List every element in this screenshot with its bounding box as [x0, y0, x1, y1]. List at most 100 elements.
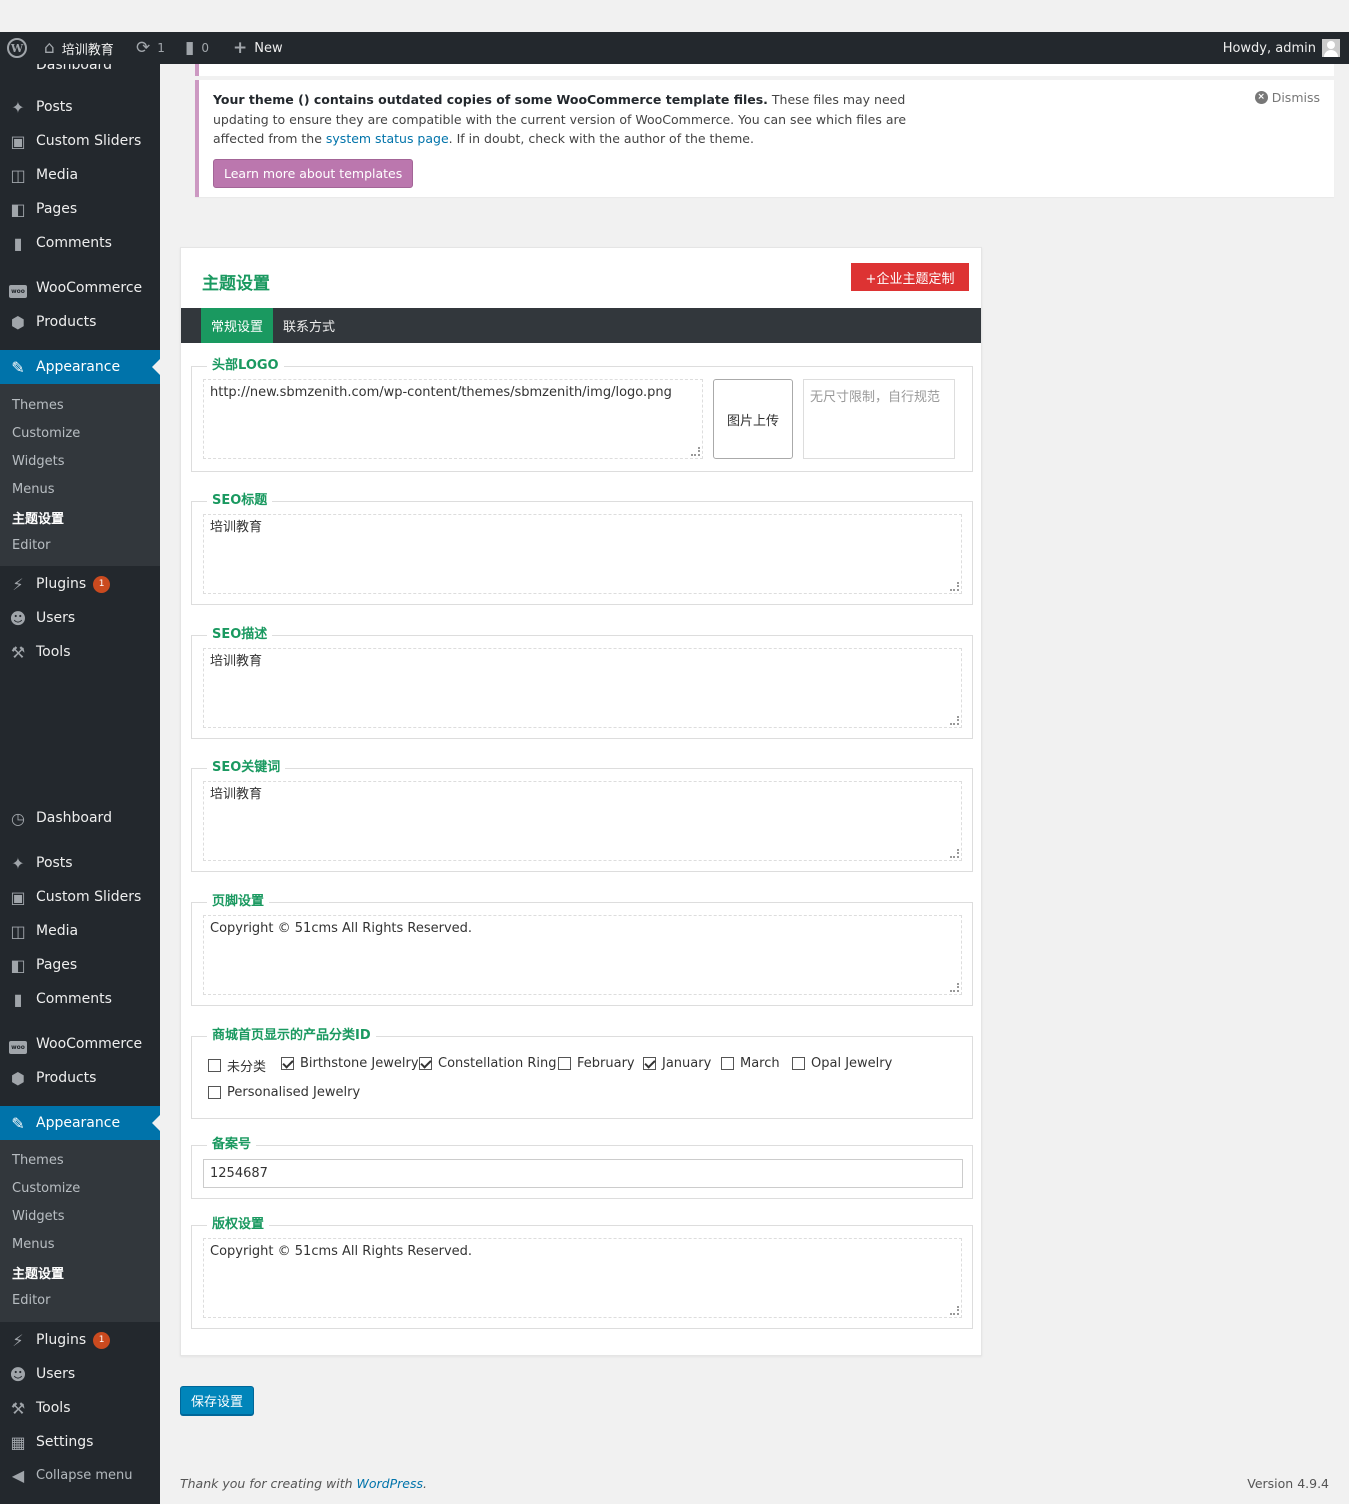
menu-pages[interactable]: ◧ Pages: [0, 192, 160, 226]
submenu-editor-2[interactable]: Editor: [12, 1286, 50, 1314]
menu-settings[interactable]: ▦ Settings: [0, 1425, 160, 1459]
menu-label: Pages: [36, 957, 78, 973]
checkbox[interactable]: [643, 1057, 656, 1070]
checkbox[interactable]: [558, 1057, 571, 1070]
submenu-customize-2[interactable]: Customize: [12, 1174, 80, 1202]
submenu-themes[interactable]: Themes: [12, 391, 64, 419]
collapse-menu-button[interactable]: ◀ Collapse menu: [0, 1458, 160, 1492]
submenu-widgets-2[interactable]: Widgets: [12, 1202, 65, 1230]
submenu-themes-2[interactable]: Themes: [12, 1146, 64, 1174]
menu-label: WooCommerce: [36, 280, 143, 296]
checkbox[interactable]: [419, 1057, 432, 1070]
footer-textarea[interactable]: Copyright © 51cms All Rights Reserved.: [203, 915, 962, 995]
menu-tools-2[interactable]: ⚒ Tools: [0, 1391, 160, 1425]
new-content-link[interactable]: + New: [233, 32, 283, 64]
close-icon: ×: [1254, 91, 1268, 104]
menu-posts[interactable]: ✦ Posts: [0, 90, 160, 124]
seo-description-legend: SEO描述: [207, 626, 273, 644]
updates-icon: ⟳: [136, 38, 151, 58]
menu-appearance[interactable]: ✎ Appearance: [0, 350, 160, 384]
checkbox[interactable]: [208, 1059, 221, 1072]
comments-link[interactable]: ▮ 0: [185, 32, 209, 64]
seo-title-textarea[interactable]: 培训教育: [203, 514, 962, 594]
submenu-menus-2[interactable]: Menus: [12, 1230, 54, 1258]
pin-icon: ✦: [11, 97, 25, 117]
menu-products[interactable]: ⬢ Products: [0, 305, 160, 339]
woocommerce-icon: woo: [0, 278, 36, 298]
menu-users[interactable]: ☻ Users: [0, 601, 160, 635]
pages-icon: ◧: [10, 199, 26, 219]
category-checkbox-opal-jewelry[interactable]: Opal Jewelry: [792, 1056, 892, 1071]
category-checkbox-birthstone-jewelry[interactable]: Birthstone Jewelry: [281, 1056, 419, 1071]
icp-number-group: 备案号 1254687: [191, 1136, 973, 1199]
menu-dashboard-cut[interactable]: Dashboard: [0, 64, 160, 82]
system-status-link[interactable]: system status page: [326, 131, 449, 146]
menu-tools[interactable]: ⚒ Tools: [0, 635, 160, 669]
checkbox[interactable]: [208, 1086, 221, 1099]
icp-number-legend: 备案号: [207, 1136, 257, 1154]
submenu-theme-settings[interactable]: 主题设置: [12, 503, 64, 531]
menu-comments[interactable]: ▮ Comments: [0, 226, 160, 260]
menu-comments-2[interactable]: ▮ Comments: [0, 982, 160, 1016]
menu-plugins[interactable]: ⚡ Plugins 1: [0, 567, 160, 601]
menu-label: Users: [36, 1366, 76, 1382]
menu-pages-2[interactable]: ◧ Pages: [0, 948, 160, 982]
slides-icon: ▣: [10, 887, 26, 907]
account-menu[interactable]: Howdy, admin: [1223, 32, 1340, 64]
menu-label: Appearance: [36, 1115, 121, 1131]
icp-number-input[interactable]: 1254687: [203, 1159, 963, 1188]
category-checkbox-march[interactable]: March: [721, 1056, 780, 1071]
checkbox[interactable]: [281, 1057, 294, 1070]
category-checkbox-uncategorized[interactable]: 未分类: [208, 1056, 266, 1075]
checkbox-label: 未分类: [227, 1060, 267, 1075]
save-settings-button[interactable]: 保存设置: [180, 1386, 255, 1415]
checkbox[interactable]: [721, 1057, 734, 1070]
updates-count: 1: [157, 41, 165, 55]
category-checkbox-january[interactable]: January: [643, 1056, 711, 1071]
wordpress-link[interactable]: WordPress: [357, 1476, 423, 1491]
category-checkbox-personalised-jewelry[interactable]: Personalised Jewelry: [208, 1085, 360, 1100]
menu-label: Posts: [36, 99, 73, 115]
wordpress-logo-icon[interactable]: W: [7, 32, 27, 64]
copyright-textarea[interactable]: Copyright © 51cms All Rights Reserved.: [203, 1238, 962, 1318]
notice-text-2: . If in doubt, check with the author of …: [448, 131, 754, 146]
category-checkbox-february[interactable]: February: [558, 1056, 635, 1071]
menu-plugins-2[interactable]: ⚡ Plugins 1: [0, 1323, 160, 1357]
submenu-customize[interactable]: Customize: [12, 419, 80, 447]
enterprise-theme-button[interactable]: +企业主题定制: [851, 263, 969, 291]
submenu-menus[interactable]: Menus: [12, 475, 54, 503]
submenu-theme-settings-2[interactable]: 主题设置: [12, 1258, 64, 1286]
menu-appearance-2[interactable]: ✎ Appearance: [0, 1106, 160, 1140]
wrench-icon: ⚒: [10, 1398, 26, 1418]
site-name-link[interactable]: ⌂ 培训教育: [44, 32, 114, 64]
menu-users-2[interactable]: ☻ Users: [0, 1357, 160, 1391]
menu-woocommerce-2[interactable]: woo WooCommerce: [0, 1027, 160, 1061]
submenu-widgets[interactable]: Widgets: [12, 447, 65, 475]
checkbox[interactable]: [792, 1057, 805, 1070]
menu-media[interactable]: ◫ Media: [0, 158, 160, 192]
menu-media-2[interactable]: ◫ Media: [0, 914, 160, 948]
menu-custom-sliders[interactable]: ▣ Custom Sliders: [0, 124, 160, 158]
menu-custom-sliders-2[interactable]: ▣ Custom Sliders: [0, 880, 160, 914]
tab-general[interactable]: 常规设置: [201, 308, 274, 343]
collapse-icon: ◀: [11, 1465, 25, 1485]
tab-contact[interactable]: 联系方式: [273, 308, 345, 343]
seo-description-textarea[interactable]: 培训教育: [203, 648, 962, 728]
category-checkbox-constellation-ring[interactable]: Constellation Ring: [419, 1056, 557, 1071]
menu-label: Custom Sliders: [36, 133, 142, 149]
dismiss-notice-button[interactable]: × Dismiss: [1254, 90, 1320, 105]
products-icon: ⬢: [11, 312, 25, 332]
menu-woocommerce[interactable]: woo WooCommerce: [0, 271, 160, 305]
comment-icon: ▮: [13, 989, 23, 1009]
menu-posts-2[interactable]: ✦ Posts: [0, 846, 160, 880]
logo-url-textarea[interactable]: http://new.sbmzenith.com/wp-content/them…: [203, 379, 703, 459]
learn-more-templates-button[interactable]: Learn more about templates: [213, 159, 414, 188]
menu-label: Media: [36, 923, 79, 939]
menu-dashboard[interactable]: ◷ Dashboard: [0, 801, 160, 835]
submenu-editor[interactable]: Editor: [12, 531, 50, 559]
updates-link[interactable]: ⟳ 1: [136, 32, 165, 64]
image-upload-button[interactable]: 图片上传: [713, 379, 793, 459]
menu-products-2[interactable]: ⬢ Products: [0, 1061, 160, 1095]
seo-keywords-textarea[interactable]: 培训教育: [203, 781, 962, 861]
menu-label: Products: [36, 1070, 97, 1086]
